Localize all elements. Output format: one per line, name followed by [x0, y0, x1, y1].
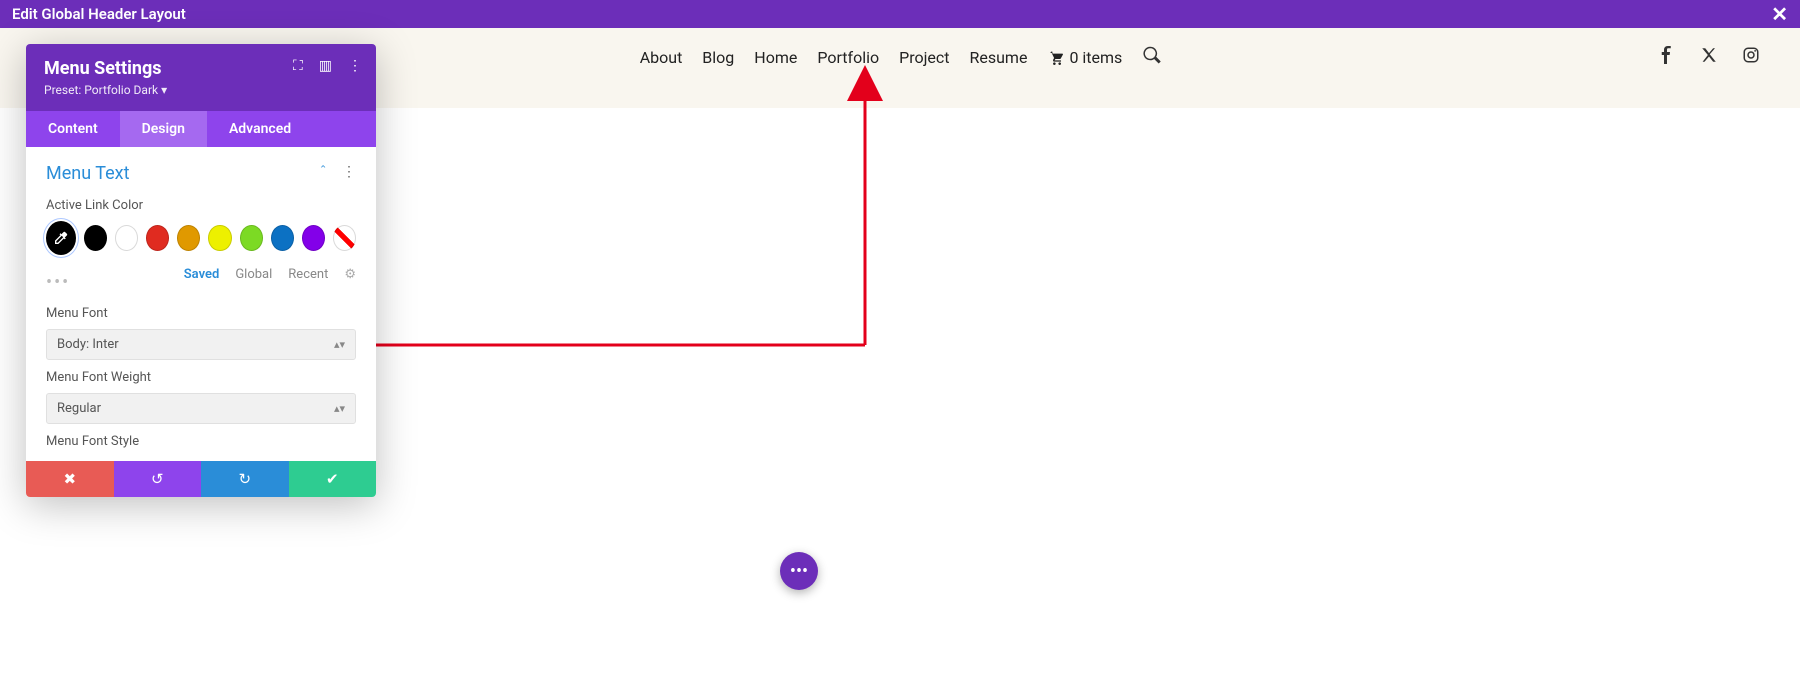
palette-tab-saved[interactable]: Saved: [184, 267, 220, 282]
panel-preset[interactable]: Preset: Portfolio Dark ▾: [44, 83, 358, 97]
swatch-orange[interactable]: [177, 225, 200, 251]
save-button[interactable]: ✔: [289, 461, 377, 497]
swatch-red[interactable]: [146, 225, 169, 251]
tab-design[interactable]: Design: [120, 111, 207, 147]
nav-item-blog[interactable]: Blog: [702, 48, 734, 67]
cart-icon: [1047, 49, 1063, 65]
close-icon[interactable]: ✕: [1771, 4, 1788, 24]
menu-font-label: Menu Font: [46, 306, 356, 321]
panel-footer: ✖ ↺ ↻ ✔: [26, 461, 376, 497]
more-dots-icon[interactable]: •••: [46, 272, 70, 293]
panel-tabs: Content Design Advanced: [26, 111, 376, 147]
menu-font-value: Body: Inter: [57, 337, 119, 352]
x-icon[interactable]: [1700, 46, 1718, 68]
swatch-none[interactable]: [333, 225, 356, 251]
chevron-updown-icon: ▴▾: [334, 402, 345, 415]
menu-font-weight-label: Menu Font Weight: [46, 370, 356, 385]
gear-icon[interactable]: ⚙: [344, 267, 356, 282]
undo-button[interactable]: ↺: [114, 461, 202, 497]
nav-item-project[interactable]: Project: [899, 48, 949, 67]
tab-advanced[interactable]: Advanced: [207, 111, 313, 147]
swatch-purple[interactable]: [302, 225, 325, 251]
panel-header: Menu Settings Preset: Portfolio Dark ▾ ⛶…: [26, 44, 376, 111]
top-bar-title: Edit Global Header Layout: [12, 5, 186, 23]
nav-item-home[interactable]: Home: [754, 48, 797, 67]
fab-button[interactable]: •••: [780, 552, 818, 590]
redo-button[interactable]: ↻: [201, 461, 289, 497]
palette-tab-global[interactable]: Global: [235, 267, 272, 282]
top-bar: Edit Global Header Layout ✕: [0, 0, 1800, 28]
nav-cart[interactable]: 0 items: [1047, 48, 1122, 67]
instagram-icon[interactable]: [1742, 46, 1760, 68]
swatch-blue[interactable]: [271, 225, 294, 251]
swatch-black[interactable]: [84, 225, 107, 251]
section-title[interactable]: Menu Text: [46, 163, 129, 184]
active-link-color-label: Active Link Color: [46, 198, 356, 213]
swatch-green[interactable]: [240, 225, 263, 251]
swatch-white[interactable]: [115, 225, 138, 251]
nav-item-resume[interactable]: Resume: [970, 48, 1028, 67]
kebab-icon[interactable]: ⋮: [348, 58, 362, 74]
menu-font-weight-value: Regular: [57, 401, 101, 416]
cart-label: 0 items: [1069, 48, 1122, 67]
grid-icon[interactable]: ▥: [319, 58, 332, 74]
section-kebab-icon[interactable]: ⋮: [342, 164, 356, 184]
collapse-icon[interactable]: ＾: [316, 164, 330, 184]
nav-item-portfolio[interactable]: Portfolio: [817, 48, 879, 67]
color-swatches: [46, 221, 356, 255]
cancel-button[interactable]: ✖: [26, 461, 114, 497]
swatch-yellow[interactable]: [208, 225, 231, 251]
palette-tabs: Saved Global Recent ⚙: [184, 267, 356, 282]
nav-item-about[interactable]: About: [640, 48, 683, 67]
swatch-eyedropper[interactable]: [46, 221, 76, 255]
tab-content[interactable]: Content: [26, 111, 120, 147]
panel-body: Menu Text ＾ ⋮ Active Link Color ••• Sa: [26, 147, 376, 461]
menu-font-weight-select[interactable]: Regular ▴▾: [46, 393, 356, 424]
settings-panel: Menu Settings Preset: Portfolio Dark ▾ ⛶…: [26, 44, 376, 497]
menu-font-select[interactable]: Body: Inter ▴▾: [46, 329, 356, 360]
social-icons: [1658, 46, 1760, 68]
chevron-updown-icon: ▴▾: [334, 338, 345, 351]
menu-font-style-label: Menu Font Style: [46, 434, 356, 449]
palette-tab-recent[interactable]: Recent: [288, 267, 328, 282]
main-nav: About Blog Home Portfolio Project Resume…: [640, 46, 1161, 68]
expand-icon[interactable]: ⛶: [293, 58, 303, 74]
search-icon[interactable]: [1142, 46, 1160, 68]
facebook-icon[interactable]: [1658, 46, 1676, 68]
